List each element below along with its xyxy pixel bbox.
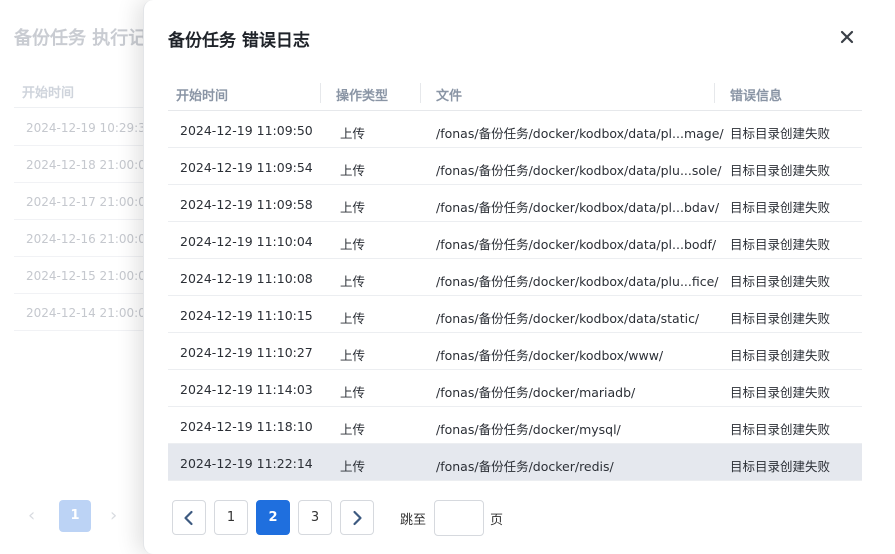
next-page-button[interactable] xyxy=(340,500,374,535)
cell-op-type: 上传 xyxy=(340,385,366,400)
cell-error: 目标目录创建失败 xyxy=(730,385,831,400)
cell-op-type: 上传 xyxy=(340,348,366,363)
column-divider xyxy=(714,83,715,103)
cell-start-time: 2024-12-19 11:22:14 xyxy=(180,456,313,471)
column-divider xyxy=(420,83,421,103)
cell-start-time: 2024-12-19 11:09:54 xyxy=(180,160,313,175)
table-row: 2024-12-19 11:18:10 上传 /fonas/备份任务/docke… xyxy=(168,407,862,444)
pagination: 1 2 3 跳至 页 xyxy=(172,500,572,536)
column-file: 文件 xyxy=(436,89,463,104)
table-row: 2024-12-19 11:09:50 上传 /fonas/备份任务/docke… xyxy=(168,111,862,148)
table-row: 2024-12-19 11:14:03 上传 /fonas/备份任务/docke… xyxy=(168,370,862,407)
cell-start-time: 2024-12-19 11:10:04 xyxy=(180,234,313,249)
column-divider xyxy=(320,83,321,103)
cell-file: /fonas/备份任务/docker/redis/ xyxy=(436,459,614,474)
cell-op-type: 上传 xyxy=(340,311,366,326)
table-row: 2024-12-19 11:10:15 上传 /fonas/备份任务/docke… xyxy=(168,296,862,333)
cell-file: /fonas/备份任务/docker/mariadb/ xyxy=(436,385,636,400)
cell-file: /fonas/备份任务/docker/kodbox/data/pl...mage… xyxy=(436,126,724,141)
cell-start-time: 2024-12-19 11:09:50 xyxy=(180,123,313,138)
page-button-3[interactable]: 3 xyxy=(298,500,332,535)
table-row: 2024-12-19 11:10:04 上传 /fonas/备份任务/docke… xyxy=(168,222,862,259)
cell-start-time: 2024-12-19 11:10:15 xyxy=(180,308,313,323)
cell-op-type: 上传 xyxy=(340,200,366,215)
cell-file: /fonas/备份任务/docker/kodbox/www/ xyxy=(436,348,664,363)
background-page-button-active: 1 xyxy=(59,500,91,532)
cell-op-type: 上传 xyxy=(340,459,366,474)
cell-file: /fonas/备份任务/docker/kodbox/data/plu...sol… xyxy=(436,163,722,178)
cell-op-type: 上传 xyxy=(340,422,366,437)
cell-file: /fonas/备份任务/docker/kodbox/data/static/ xyxy=(436,311,700,326)
table-header: 开始时间 操作类型 文件 错误信息 xyxy=(168,74,862,111)
column-error: 错误信息 xyxy=(730,89,783,104)
cell-error: 目标目录创建失败 xyxy=(730,274,831,289)
column-start-time: 开始时间 xyxy=(176,89,229,104)
background-row-time: 2024-12-14 21:00:01 xyxy=(26,306,154,320)
page-button-2-active[interactable]: 2 xyxy=(256,500,290,535)
cell-error: 目标目录创建失败 xyxy=(730,126,831,141)
cell-error: 目标目录创建失败 xyxy=(730,237,831,252)
background-page-title: 备份任务 执行记 xyxy=(14,28,147,49)
cell-op-type: 上传 xyxy=(340,274,366,289)
table-row: 2024-12-19 11:09:58 上传 /fonas/备份任务/docke… xyxy=(168,185,862,222)
cell-error: 目标目录创建失败 xyxy=(730,163,831,178)
table-row: 2024-12-19 11:10:27 上传 /fonas/备份任务/docke… xyxy=(168,333,862,370)
cell-start-time: 2024-12-19 11:18:10 xyxy=(180,419,313,434)
cell-error: 目标目录创建失败 xyxy=(730,459,831,474)
cell-start-time: 2024-12-19 11:10:27 xyxy=(180,345,313,360)
jump-page-input[interactable] xyxy=(434,500,484,536)
prev-page-button[interactable] xyxy=(172,500,206,535)
chevron-left-icon xyxy=(184,510,193,526)
cell-error: 目标目录创建失败 xyxy=(730,422,831,437)
cell-op-type: 上传 xyxy=(340,163,366,178)
background-row-time: 2024-12-19 10:29:34 xyxy=(26,121,154,135)
cell-start-time: 2024-12-19 11:10:08 xyxy=(180,271,313,286)
cell-start-time: 2024-12-19 11:09:58 xyxy=(180,197,313,212)
background-row-time: 2024-12-16 21:00:01 xyxy=(26,232,154,246)
cell-error: 目标目录创建失败 xyxy=(730,348,831,363)
error-log-dialog: 备份任务 错误日志 开始时间 操作类型 文件 错误信息 2024-12-19 1… xyxy=(143,0,895,554)
chevron-right-icon xyxy=(353,510,362,526)
error-log-table: 开始时间 操作类型 文件 错误信息 2024-12-19 11:09:50 上传… xyxy=(168,74,862,481)
table-row-hovered: 2024-12-19 11:22:14 上传 /fonas/备份任务/docke… xyxy=(168,444,862,481)
cell-file: /fonas/备份任务/docker/kodbox/data/pl...bdav… xyxy=(436,200,720,215)
cell-error: 目标目录创建失败 xyxy=(730,311,831,326)
background-row-time: 2024-12-15 21:00:08 xyxy=(26,269,154,283)
background-row-time: 2024-12-18 21:00:03 xyxy=(26,158,154,172)
background-row-time: 2024-12-17 21:00:03 xyxy=(26,195,154,209)
cell-file: /fonas/备份任务/docker/mysql/ xyxy=(436,422,621,437)
cell-op-type: 上传 xyxy=(340,237,366,252)
jump-to-label: 跳至 xyxy=(400,513,427,528)
table-row: 2024-12-19 11:10:08 上传 /fonas/备份任务/docke… xyxy=(168,259,862,296)
cell-file: /fonas/备份任务/docker/kodbox/data/plu...fic… xyxy=(436,274,719,289)
cell-start-time: 2024-12-19 11:14:03 xyxy=(180,382,313,397)
cell-op-type: 上传 xyxy=(340,126,366,141)
column-op-type: 操作类型 xyxy=(336,89,389,104)
close-icon xyxy=(840,30,854,44)
page-suffix-label: 页 xyxy=(490,513,504,528)
cell-file: /fonas/备份任务/docker/kodbox/data/pl...bodf… xyxy=(436,237,717,252)
table-row: 2024-12-19 11:09:54 上传 /fonas/备份任务/docke… xyxy=(168,148,862,185)
background-chevron-right-icon: › xyxy=(110,505,118,526)
background-chevron-left-icon: ‹ xyxy=(28,505,36,526)
page-button-1[interactable]: 1 xyxy=(214,500,248,535)
close-button[interactable] xyxy=(836,26,858,48)
dialog-title: 备份任务 错误日志 xyxy=(168,31,310,51)
background-column-start-time: 开始时间 xyxy=(22,86,75,101)
cell-error: 目标目录创建失败 xyxy=(730,200,831,215)
